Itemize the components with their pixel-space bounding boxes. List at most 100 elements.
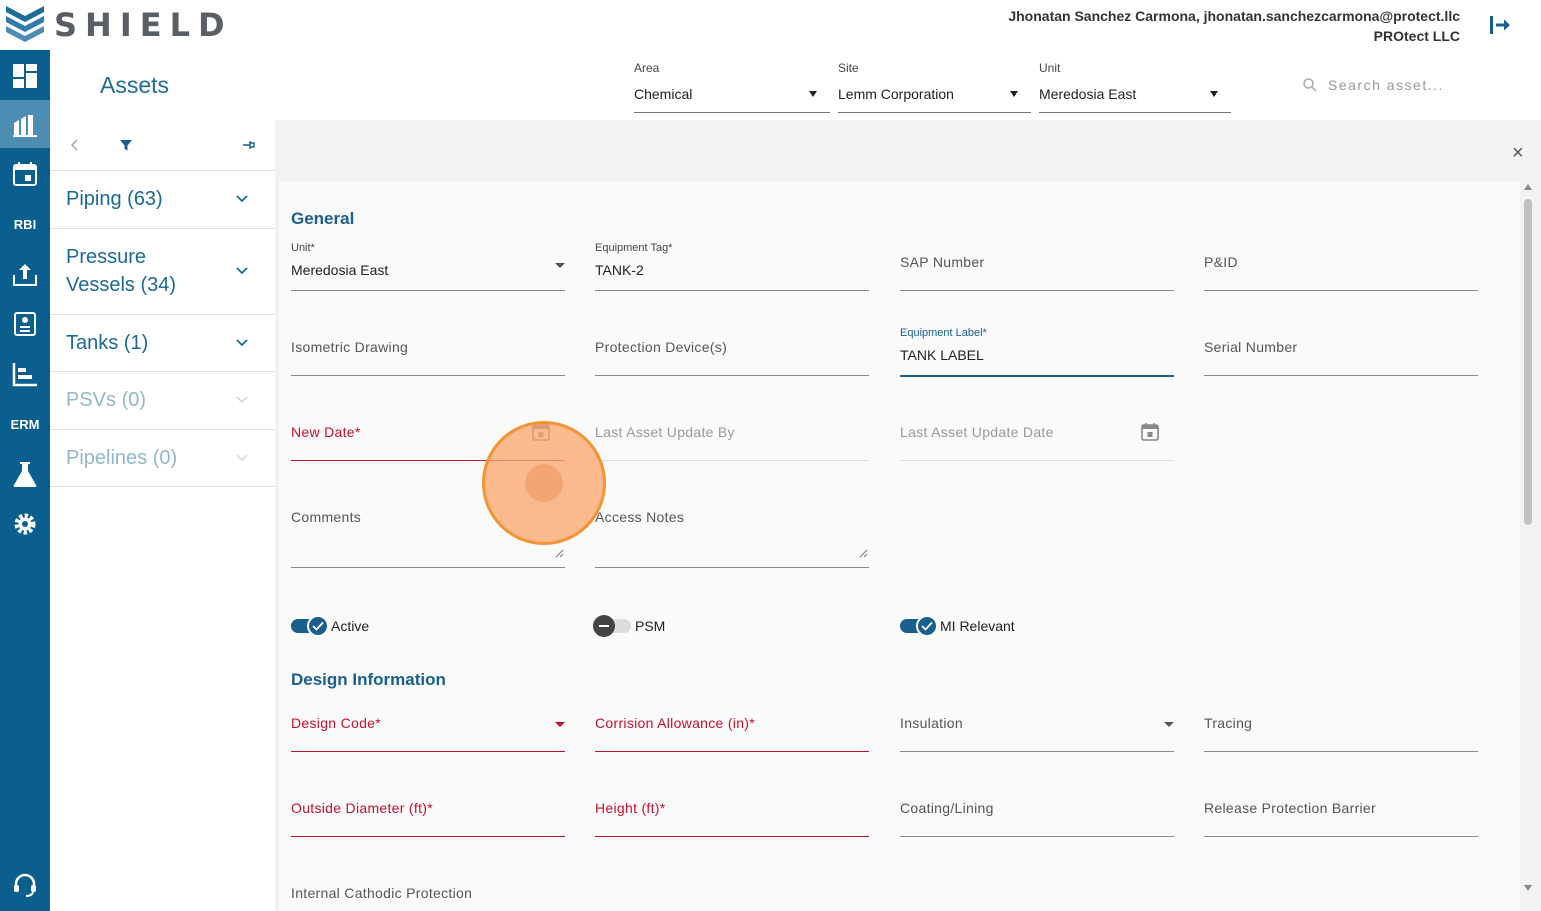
search-icon	[1303, 78, 1317, 92]
scroll-down-icon[interactable]	[1524, 885, 1532, 891]
nav-support[interactable]	[0, 861, 50, 909]
field-label: Insulation	[900, 715, 963, 731]
protection-devices-field[interactable]: Protection Device(s)	[595, 327, 869, 377]
field-underline	[1204, 290, 1478, 291]
design-code-select[interactable]: Design Code*	[291, 703, 565, 753]
pin-icon[interactable]	[242, 139, 256, 151]
nav-charts[interactable]	[0, 350, 50, 398]
equipment-tag-field[interactable]: Equipment Tag* TANK-2	[595, 242, 869, 292]
field-underline	[900, 290, 1174, 291]
asset-detail: × General Unit* Meredosia East Equipment…	[275, 120, 1541, 911]
area-filter[interactable]: Area Chemical	[634, 50, 830, 120]
nav-settings[interactable]	[0, 500, 50, 548]
coating-lining-field[interactable]: Coating/Lining	[900, 788, 1174, 838]
field-value: TANK-2	[595, 262, 644, 278]
section-title-general: General	[291, 209, 355, 228]
nav-assets[interactable]	[0, 100, 50, 148]
page-title: Assets	[100, 72, 170, 98]
field-underline	[595, 460, 869, 461]
resize-handle-icon[interactable]	[859, 549, 868, 558]
field-underline	[595, 290, 869, 291]
scroll-up-icon[interactable]	[1524, 184, 1532, 190]
last-update-date-field: Last Asset Update Date	[900, 412, 1174, 462]
category-piping[interactable]: Piping (63)	[50, 171, 275, 229]
active-toggle[interactable]: Active	[291, 615, 369, 637]
category-psvs[interactable]: PSVs (0)	[50, 372, 275, 430]
factory-icon	[13, 115, 37, 137]
release-barrier-field[interactable]: Release Protection Barrier	[1204, 788, 1478, 838]
nav-reports[interactable]	[0, 300, 50, 348]
field-label: Unit*	[291, 242, 315, 254]
unit-filter[interactable]: Unit Meredosia East	[1039, 50, 1231, 120]
insulation-select[interactable]: Insulation	[900, 703, 1174, 753]
field-label: Last Asset Update By	[595, 424, 735, 440]
scrollbar-thumb[interactable]	[1524, 199, 1532, 525]
category-label: Pipelines (0)	[66, 447, 178, 469]
field-label: Equipment Tag*	[595, 242, 673, 254]
field-underline	[900, 836, 1174, 837]
site-underline	[838, 112, 1031, 113]
section-title-design: Design Information	[291, 670, 446, 689]
unit-label: Unit	[1039, 61, 1061, 75]
field-label: Outside Diameter (ft)*	[291, 800, 433, 816]
field-underline	[291, 375, 565, 376]
field-underline	[291, 567, 565, 568]
field-label: Comments	[291, 509, 362, 525]
brand-logo[interactable]: SHIELD	[4, 2, 233, 48]
height-field[interactable]: Height (ft)*	[595, 788, 869, 838]
nav-calendar[interactable]	[0, 150, 50, 198]
psm-toggle[interactable]: PSM	[593, 615, 665, 637]
chevron-down-icon	[236, 454, 248, 462]
sap-number-field[interactable]: SAP Number	[900, 242, 1174, 292]
category-label-line2: Vessels (34)	[66, 274, 177, 296]
flask-icon	[13, 462, 37, 487]
field-underline	[1204, 375, 1478, 376]
resize-handle-icon[interactable]	[555, 549, 564, 558]
category-label: Tanks (1)	[66, 332, 149, 354]
field-label: Height (ft)*	[595, 800, 666, 816]
nav-rbi[interactable]: RBI	[0, 200, 50, 248]
category-label: Pressure	[66, 246, 147, 268]
isometric-drawing-field[interactable]: Isometric Drawing	[291, 327, 565, 377]
toggle-track	[900, 615, 938, 637]
nav-upload[interactable]	[0, 250, 50, 298]
search-input[interactable]: Search asset...	[1302, 77, 1444, 93]
category-pipelines[interactable]: Pipelines (0)	[50, 430, 275, 487]
search-placeholder: Search asset...	[1328, 77, 1444, 93]
site-filter[interactable]: Site Lemm Corporation	[838, 50, 1031, 120]
serial-number-field[interactable]: Serial Number	[1204, 327, 1478, 377]
calendar-icon	[13, 162, 37, 186]
access-notes-textarea[interactable]: Access Notes	[595, 497, 869, 569]
toggle-track	[291, 615, 329, 637]
close-icon[interactable]: ×	[1512, 143, 1524, 163]
user-info: Jhonatan Sanchez Carmona, jhonatan.sanch…	[1008, 6, 1460, 46]
field-label: Internal Cathodic Protection	[291, 885, 473, 901]
unit-select[interactable]: Unit* Meredosia East	[291, 242, 565, 292]
shield-logo-icon	[6, 6, 44, 42]
nav-lab[interactable]	[0, 450, 50, 498]
category-label: PSVs (0)	[66, 389, 147, 411]
toggle-track	[593, 615, 631, 637]
logout-icon[interactable]	[1488, 13, 1512, 37]
nav-dashboard[interactable]	[0, 52, 50, 100]
field-label: Release Protection Barrier	[1204, 800, 1376, 816]
filter-icon[interactable]	[119, 138, 133, 152]
internal-cathodic-field[interactable]: Internal Cathodic Protection	[291, 873, 565, 911]
corrosion-allowance-field[interactable]: Corrision Allowance (in)*	[595, 703, 869, 753]
chevron-down-icon	[236, 195, 248, 203]
nav-erm[interactable]: ERM	[0, 400, 50, 448]
tracing-field[interactable]: Tracing	[1204, 703, 1478, 753]
category-pressure-vessels[interactable]: Pressure Vessels (34)	[50, 229, 275, 315]
category-tanks[interactable]: Tanks (1)	[50, 315, 275, 372]
side-nav: RBI ERM	[0, 50, 50, 911]
equipment-label-field[interactable]: Equipment Label* TANK LABEL	[900, 327, 1174, 377]
outside-diameter-field[interactable]: Outside Diameter (ft)*	[291, 788, 565, 838]
chevron-left-icon[interactable]	[70, 139, 80, 151]
chevron-down-icon	[1010, 91, 1018, 97]
mi-relevant-toggle[interactable]: MI Relevant	[900, 615, 1015, 637]
headset-icon	[14, 873, 36, 897]
category-label: Piping (63)	[66, 188, 163, 210]
field-label: Equipment Label*	[900, 327, 987, 339]
pid-field[interactable]: P&ID	[1204, 242, 1478, 292]
area-label: Area	[634, 61, 660, 75]
